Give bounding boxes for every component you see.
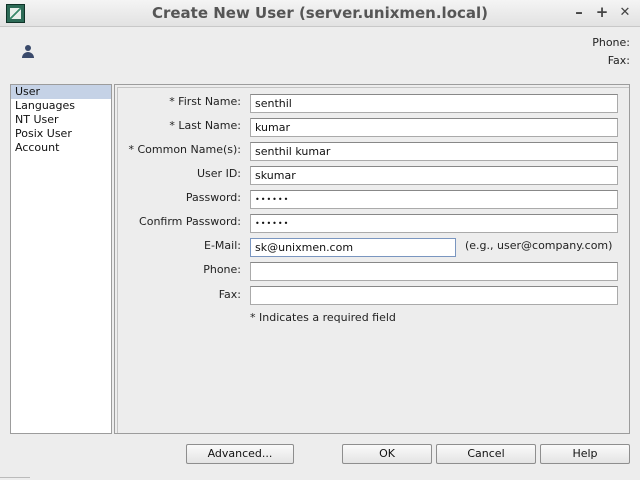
email-hint: (e.g., user@company.com) — [465, 239, 613, 252]
phone-field[interactable] — [250, 262, 618, 281]
sidebar-item-posix-user[interactable]: Posix User — [11, 127, 111, 141]
last-name-field[interactable]: kumar — [250, 118, 618, 137]
fax-label: Fax: — [218, 288, 241, 301]
window-title: Create New User (server.unixmen.local) — [151, 4, 489, 22]
user-id-label: User ID: — [197, 167, 241, 180]
user-id-field[interactable]: skumar — [250, 166, 618, 185]
category-list[interactable]: User Languages NT User Posix User Accoun… — [10, 84, 112, 434]
sidebar-item-user[interactable]: User — [11, 85, 111, 99]
email-label: E-Mail: — [204, 239, 241, 252]
cancel-button[interactable]: Cancel — [436, 444, 536, 464]
user-icon — [21, 45, 35, 59]
title-bar[interactable]: Create New User (server.unixmen.local) –… — [0, 0, 640, 27]
sidebar-item-languages[interactable]: Languages — [11, 99, 111, 113]
minimize-icon[interactable]: – — [570, 3, 588, 21]
first-name-label: * First Name: — [169, 95, 241, 108]
header-phone-label: Phone: — [592, 36, 630, 49]
common-name-field[interactable]: senthil kumar — [250, 142, 618, 161]
email-field[interactable]: sk@unixmen.com — [250, 238, 456, 257]
advanced-button[interactable]: Advanced... — [186, 444, 294, 464]
password-label: Password: — [185, 191, 241, 204]
required-field-note: * Indicates a required field — [250, 311, 396, 324]
first-name-field[interactable]: senthil — [250, 94, 618, 113]
sidebar-item-nt-user[interactable]: NT User — [11, 113, 111, 127]
help-button[interactable]: Help — [540, 444, 630, 464]
password-field[interactable]: •••••• — [250, 190, 618, 209]
confirm-password-field[interactable]: •••••• — [250, 214, 618, 233]
phone-label: Phone: — [203, 263, 241, 276]
fax-field[interactable] — [250, 286, 618, 305]
last-name-label: * Last Name: — [169, 119, 241, 132]
sidebar-item-account[interactable]: Account — [11, 141, 111, 155]
close-icon[interactable]: ✕ — [616, 5, 634, 20]
maximize-icon[interactable]: + — [593, 3, 611, 21]
header-fax-label: Fax: — [607, 54, 630, 67]
confirm-password-label: Confirm Password: — [139, 215, 241, 228]
common-name-label: * Common Name(s): — [128, 143, 241, 156]
ok-button[interactable]: OK — [342, 444, 432, 464]
